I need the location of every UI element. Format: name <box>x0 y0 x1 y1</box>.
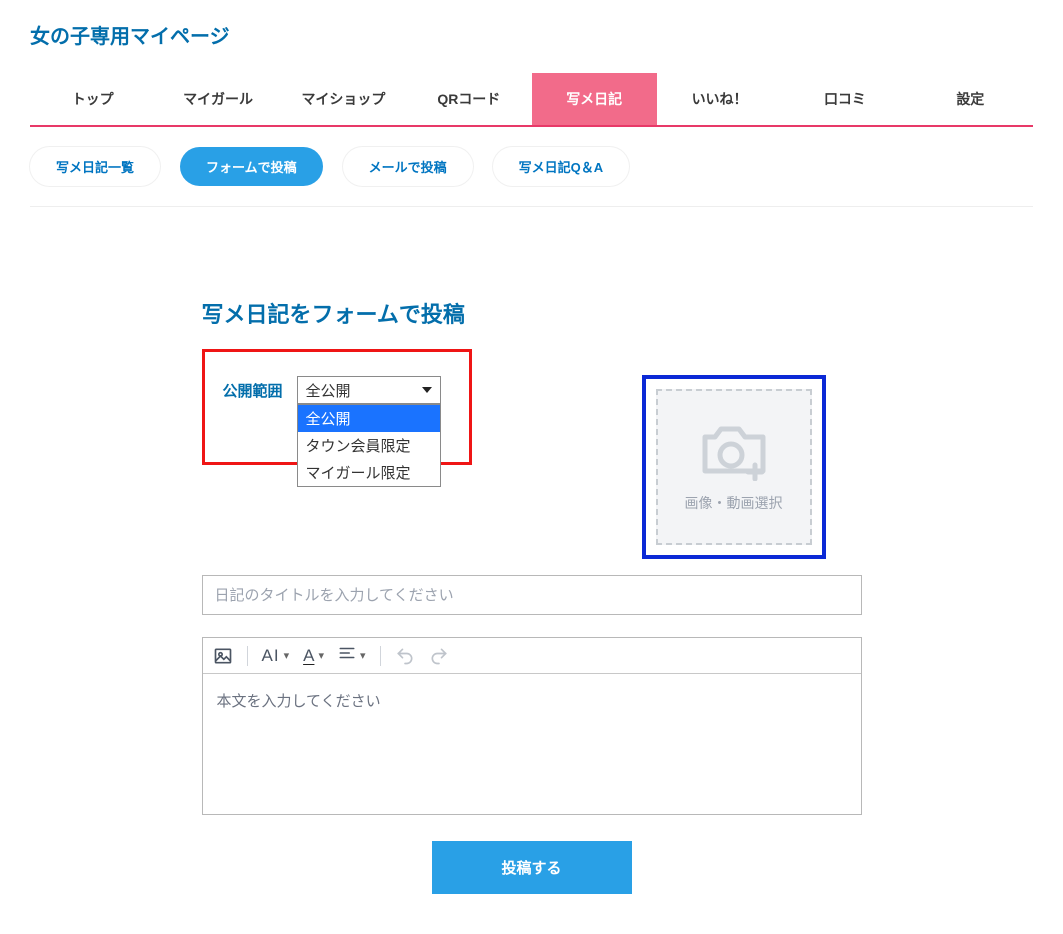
tab-qrcode[interactable]: QRコード <box>406 73 531 125</box>
pill-post-mail[interactable]: メールで投稿 <box>343 147 473 186</box>
text-color-label: A <box>303 646 314 666</box>
visibility-option-town-members[interactable]: タウン会員限定 <box>298 432 440 459</box>
chevron-down-icon: ▾ <box>284 649 290 662</box>
pill-diary-list[interactable]: 写メ日記一覧 <box>30 147 160 186</box>
tab-top[interactable]: トップ <box>30 73 155 125</box>
tab-review[interactable]: 口コミ <box>782 73 907 125</box>
visibility-select-dropdown: 全公開 タウン会員限定 マイガール限定 <box>297 404 441 487</box>
tab-photo-diary[interactable]: 写メ日記 <box>532 73 657 125</box>
text-color-button[interactable]: A ▾ <box>303 646 324 666</box>
section-title: 写メ日記をフォームで投稿 <box>202 297 862 329</box>
tab-like[interactable]: いいね！ <box>657 73 782 125</box>
tab-myshop[interactable]: マイショップ <box>281 73 406 125</box>
undo-button[interactable] <box>395 646 415 666</box>
visibility-label: 公開範囲 <box>223 380 283 401</box>
media-picker-label: 画像・動画選択 <box>685 493 783 513</box>
visibility-select-display[interactable]: 全公開 <box>297 376 441 404</box>
diary-body-editor: AI ▾ A ▾ ▾ <box>202 637 862 815</box>
sub-nav: 写メ日記一覧 フォームで投稿 メールで投稿 写メ日記Q＆A <box>30 127 1033 207</box>
pill-diary-faq[interactable]: 写メ日記Q＆A <box>493 147 630 186</box>
ai-assist-button[interactable]: AI ▾ <box>262 646 290 666</box>
editor-body[interactable]: 本文を入力してください <box>203 674 861 814</box>
visibility-highlight-box: 公開範囲 全公開 全公開 タウン会員限定 マイガール限定 <box>202 349 472 465</box>
ai-assist-label: AI <box>262 646 280 666</box>
visibility-option-mygirl[interactable]: マイガール限定 <box>298 459 440 486</box>
tab-settings[interactable]: 設定 <box>908 73 1033 125</box>
diary-title-input[interactable] <box>202 575 862 615</box>
pill-post-form[interactable]: フォームで投稿 <box>180 147 323 186</box>
visibility-option-all[interactable]: 全公開 <box>298 405 440 432</box>
align-left-icon <box>338 644 356 667</box>
visibility-selected-value: 全公開 <box>306 380 351 401</box>
chevron-down-icon: ▾ <box>318 649 324 662</box>
media-picker[interactable]: 画像・動画選択 <box>656 389 812 545</box>
toolbar-divider <box>247 646 248 666</box>
toolbar-divider <box>380 646 381 666</box>
visibility-select[interactable]: 全公開 全公開 タウン会員限定 マイガール限定 <box>297 376 441 404</box>
editor-toolbar: AI ▾ A ▾ ▾ <box>203 638 861 674</box>
tab-mygirl[interactable]: マイガール <box>155 73 280 125</box>
redo-button[interactable] <box>429 646 449 666</box>
post-button[interactable]: 投稿する <box>432 841 632 894</box>
align-button[interactable]: ▾ <box>338 644 366 667</box>
chevron-down-icon: ▾ <box>360 649 366 662</box>
media-highlight-box: 画像・動画選択 <box>642 375 826 559</box>
page-title: 女の子専用マイページ <box>30 0 1033 73</box>
camera-add-icon <box>697 421 771 481</box>
main-tabs: トップ マイガール マイショップ QRコード 写メ日記 いいね！ 口コミ 設定 <box>30 73 1033 127</box>
insert-image-icon[interactable] <box>213 646 233 666</box>
